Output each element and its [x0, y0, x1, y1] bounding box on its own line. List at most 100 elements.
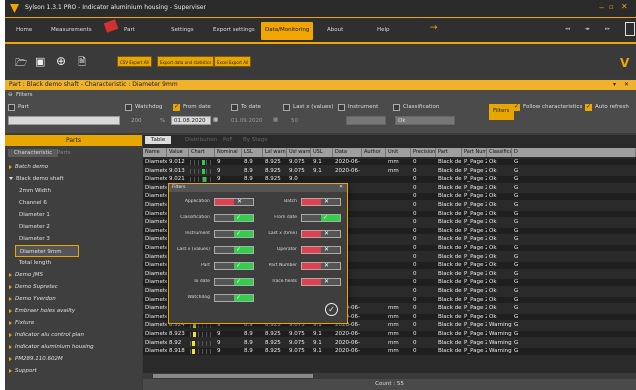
menu-about[interactable]: About	[327, 27, 343, 33]
instrument-checkbox[interactable]	[338, 104, 345, 111]
table-row[interactable]: Diameter9.013 9 8.9 8.925 9.075 9.1 2020-06- mm…	[143, 167, 636, 175]
filter-toggle-switch[interactable]: ✓	[214, 278, 254, 286]
confirm-icon[interactable]: ✓	[325, 303, 338, 316]
collapsed-arrow-icon[interactable]	[9, 332, 12, 337]
filter-toggle-switch[interactable]: ✕	[301, 246, 341, 254]
table-row[interactable]: Diameter8.918 9 8.9 8.925 9.075 9.1 2020-06- mm…	[143, 348, 636, 356]
tree-item[interactable]: Total length	[5, 257, 142, 269]
collapsed-arrow-icon[interactable]	[9, 284, 12, 289]
tab-parts[interactable]: Parts	[57, 150, 71, 156]
to-date-checkbox[interactable]	[231, 104, 238, 111]
filter-toggle-switch[interactable]: ✓	[214, 246, 254, 254]
column-header[interactable]: Lsl warni	[263, 148, 287, 157]
menu-measurements[interactable]: Measurements	[51, 27, 92, 33]
follow-characteristics-checkbox[interactable]	[513, 103, 520, 111]
classification-checkbox[interactable]	[393, 104, 400, 111]
filter-toggle-switch[interactable]: ✓	[301, 214, 341, 222]
filter-toggle-switch[interactable]: ✕	[214, 198, 254, 206]
from-date-checkbox[interactable]	[173, 103, 180, 111]
dialog-close-icon[interactable]: ✕	[339, 184, 343, 190]
from-date-input[interactable]: 01.08.2020	[171, 116, 211, 125]
part-select[interactable]	[8, 116, 120, 125]
nav-icon-2[interactable]: ◂▸	[585, 26, 590, 32]
watchdog-value[interactable]: 200	[131, 118, 142, 124]
collapsed-arrow-icon[interactable]	[9, 296, 12, 301]
panel-icon[interactable]	[625, 22, 635, 36]
minimize-icon[interactable]: ‒	[599, 3, 604, 12]
close-icon[interactable]: ✕	[621, 2, 628, 11]
menu-help[interactable]: Help	[377, 27, 390, 33]
tree-item[interactable]: Diameter 3	[5, 233, 142, 245]
to-date-input[interactable]: 01.09.2020	[231, 118, 263, 124]
nav-icon-1[interactable]: ◂◂	[565, 26, 570, 32]
table-row[interactable]: Diameter9.012 9 8.9 8.925 9.075 9.1 2020-06- mm…	[143, 159, 636, 167]
auto-refresh-checkbox[interactable]	[585, 103, 592, 111]
arrow-right-icon[interactable]: →	[430, 23, 438, 33]
calendar-icon[interactable]: ▦	[213, 117, 218, 123]
column-header[interactable]: Nominal	[215, 148, 242, 157]
collapsed-arrow-icon[interactable]	[9, 344, 12, 349]
menu-home[interactable]: Home	[16, 27, 32, 33]
column-header[interactable]: Part	[436, 148, 462, 157]
filter-toggle-switch[interactable]: ✕	[301, 278, 341, 286]
tree-item[interactable]: Indicator alu control plan	[5, 329, 142, 341]
tree-item[interactable]: Demo Supretec	[5, 281, 142, 293]
calendar-icon-2[interactable]: ▦	[273, 117, 278, 123]
instrument-select[interactable]	[346, 116, 386, 125]
tree-item[interactable]: 2mm Width	[5, 185, 142, 197]
folder-icon[interactable]: 🗁	[15, 56, 27, 73]
filter-toggle-switch[interactable]: ✓	[214, 262, 254, 270]
column-header[interactable]: Value	[167, 148, 189, 157]
document-search-icon[interactable]: 🗎	[78, 55, 86, 72]
filter-expand-icon[interactable]: ⊖	[8, 92, 13, 98]
scrollbar-thumb[interactable]	[153, 374, 313, 378]
export-data-statistics-button[interactable]: Export data and statistics	[157, 56, 215, 67]
column-header[interactable]: Usl warni	[287, 148, 311, 157]
filter-toggle-switch[interactable]: ✓	[214, 214, 254, 222]
column-header[interactable]: D	[512, 148, 636, 157]
last-values-input[interactable]: 50	[291, 118, 298, 124]
collapsed-arrow-icon[interactable]	[9, 368, 12, 373]
filter-toggle-switch[interactable]: ✓	[214, 294, 254, 302]
collapsed-arrow-icon[interactable]	[9, 164, 12, 169]
tree-item[interactable]: PM289.110.602M	[5, 353, 142, 365]
breadcrumb-close-icon[interactable]: ✕	[624, 81, 629, 88]
tree-item[interactable]: Diameter 1	[5, 209, 142, 221]
collapsed-arrow-icon[interactable]	[9, 272, 12, 277]
tab-characteristic[interactable]: Characteristic	[8, 149, 59, 157]
menu-data-monitoring[interactable]: Data/Monitoring	[261, 22, 314, 40]
menu-part[interactable]: Part	[124, 27, 135, 33]
tree-item[interactable]: Demo Yverdon	[5, 293, 142, 305]
column-header[interactable]: Unit	[386, 148, 411, 157]
tree-item[interactable]: Diameter 9mm	[15, 245, 79, 257]
collapsed-arrow-icon[interactable]	[9, 356, 12, 361]
column-header[interactable]: Classifica	[487, 148, 512, 157]
filter-toggle-switch[interactable]: ✓	[214, 230, 254, 238]
filter-toggle-switch[interactable]: ✕	[301, 262, 341, 270]
tree-item[interactable]: Indicator aluminium housing	[5, 341, 142, 353]
column-header[interactable]: Data	[333, 148, 362, 157]
column-header[interactable]: Chart	[189, 148, 215, 157]
last-values-checkbox[interactable]	[283, 104, 290, 111]
part-checkbox[interactable]	[8, 104, 15, 111]
excel-export-all-button[interactable]: Excel Export All	[214, 56, 252, 67]
tree-item[interactable]: Demo JMS	[5, 269, 142, 281]
tree-item[interactable]: Embraer holes availty	[5, 305, 142, 317]
tree-item[interactable]: Black demo shaft	[5, 173, 142, 185]
tree-item[interactable]: Support	[5, 365, 142, 377]
column-header[interactable]: LSL	[242, 148, 263, 157]
menu-export-settings[interactable]: Export settings	[213, 27, 255, 33]
collapsed-arrow-icon[interactable]	[9, 320, 12, 325]
save-icon[interactable]: ▣	[35, 55, 45, 68]
collapsed-arrow-icon[interactable]	[9, 308, 12, 313]
column-header[interactable]: Part Num	[462, 148, 487, 157]
tree-item[interactable]: Batch demo	[5, 161, 142, 173]
watchdog-checkbox[interactable]	[125, 104, 132, 111]
add-icon[interactable]: ⊕	[56, 54, 66, 68]
column-header[interactable]: Author	[362, 148, 386, 157]
nav-icon-3[interactable]: ▸▸	[605, 26, 610, 32]
expanded-arrow-icon[interactable]	[9, 177, 13, 180]
tree-item[interactable]: Diameter 2	[5, 221, 142, 233]
table-row[interactable]: Diameter8.92 9 8.9 8.925 9.075 9.1 2020-06- mm 0…	[143, 339, 636, 347]
filters-button[interactable]: Filters	[489, 104, 514, 120]
